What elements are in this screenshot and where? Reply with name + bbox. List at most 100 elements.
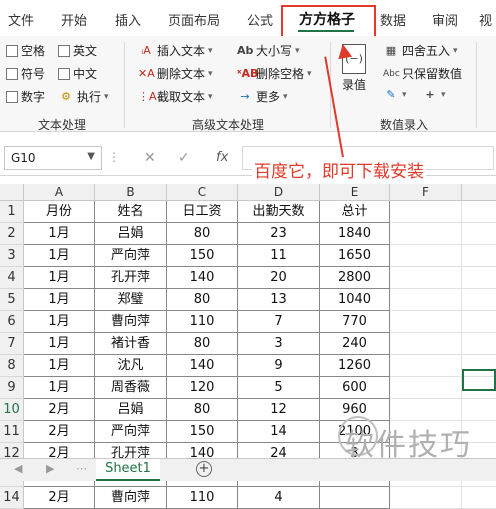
row-header-14[interactable]: 14 (0, 487, 24, 509)
checkbox-chinese[interactable]: 中文 (58, 65, 97, 82)
case-button[interactable]: Ab 大小写 ▾ (237, 42, 300, 59)
cell-b2[interactable]: 吕娟 (95, 223, 167, 245)
checkbox-space[interactable]: 空格 (6, 42, 45, 59)
cell-e14[interactable] (320, 487, 390, 509)
cell-f1[interactable] (390, 201, 462, 223)
column-header-e[interactable]: E (320, 184, 390, 201)
prev-sheet-icon[interactable]: ◀ (14, 462, 22, 475)
next-sheet-icon[interactable]: ▶ (46, 462, 54, 475)
cell-b9[interactable]: 周香薇 (95, 377, 167, 399)
cell-c3[interactable]: 150 (167, 245, 238, 267)
row-header-5[interactable]: 5 (0, 289, 24, 311)
cell-b6[interactable]: 曹向萍 (95, 311, 167, 333)
cell-a9[interactable]: 1月 (24, 377, 95, 399)
cell-g5[interactable] (462, 289, 496, 311)
cell-g1[interactable] (462, 201, 496, 223)
cell-e7[interactable]: 240 (320, 333, 390, 355)
extract-text-button[interactable]: ⋮A 截取文本 ▾ (138, 88, 213, 105)
cell-c11[interactable]: 150 (167, 421, 238, 443)
cell-e9[interactable]: 600 (320, 377, 390, 399)
row-header-2[interactable]: 2 (0, 223, 24, 245)
row-header-9[interactable]: 9 (0, 377, 24, 399)
cell-c2[interactable]: 80 (167, 223, 238, 245)
selected-cell-g10[interactable] (462, 369, 496, 391)
cell-e4[interactable]: 2800 (320, 267, 390, 289)
round-button[interactable]: ▦ 四舍五入 ▾ (383, 42, 458, 59)
tab-data[interactable]: 数据 (380, 10, 406, 29)
cell-c5[interactable]: 80 (167, 289, 238, 311)
sheet-tab-sheet1[interactable]: Sheet1 (96, 459, 160, 481)
execute-button[interactable]: ⚙ 执行 ▾ (58, 88, 108, 105)
cell-g14[interactable] (462, 487, 496, 509)
row-header-6[interactable]: 6 (0, 311, 24, 333)
cell-c6[interactable]: 110 (167, 311, 238, 333)
cell-g6[interactable] (462, 311, 496, 333)
remove-space-button[interactable]: ˣAB 删除空格 ▾ (237, 65, 312, 82)
cell-a2[interactable]: 1月 (24, 223, 95, 245)
cell-d7[interactable]: 3 (238, 333, 320, 355)
cell-c8[interactable]: 140 (167, 355, 238, 377)
cell-f4[interactable] (390, 267, 462, 289)
cell-g3[interactable] (462, 245, 496, 267)
cell-d14[interactable]: 4 (238, 487, 320, 509)
cell-d4[interactable]: 20 (238, 267, 320, 289)
cell-b1[interactable]: 姓名 (95, 201, 167, 223)
insert-text-button[interactable]: ᵢA 插入文本 ▾ (138, 42, 212, 59)
more-button[interactable]: → 更多 ▾ (237, 88, 287, 105)
row-header-4[interactable]: 4 (0, 267, 24, 289)
cell-a6[interactable]: 1月 (24, 311, 95, 333)
cell-b7[interactable]: 褚计香 (95, 333, 167, 355)
cell-c9[interactable]: 120 (167, 377, 238, 399)
cell-b8[interactable]: 沈凡 (95, 355, 167, 377)
row-header-8[interactable]: 8 (0, 355, 24, 377)
tab-page-layout[interactable]: 页面布局 (168, 10, 220, 29)
tab-formulas[interactable]: 公式 (247, 10, 273, 29)
cell-a1[interactable]: 月份 (24, 201, 95, 223)
cell-c10[interactable]: 80 (167, 399, 238, 421)
cell-b3[interactable]: 严向萍 (95, 245, 167, 267)
more-sheets-icon[interactable]: ⋯ (76, 462, 87, 475)
cell-d2[interactable]: 23 (238, 223, 320, 245)
edit-value-button[interactable]: ✎ ▾ (383, 88, 406, 101)
cell-d1[interactable]: 出勤天数 (238, 201, 320, 223)
cell-b14[interactable]: 曹向萍 (95, 487, 167, 509)
cell-e8[interactable]: 1260 (320, 355, 390, 377)
tab-review[interactable]: 审阅 (432, 10, 458, 29)
function-icon[interactable]: fx (216, 150, 228, 165)
cell-d5[interactable]: 13 (238, 289, 320, 311)
cell-g7[interactable] (462, 333, 496, 355)
cell-a10[interactable]: 2月 (24, 399, 95, 421)
cell-e1[interactable]: 总计 (320, 201, 390, 223)
cell-d3[interactable]: 11 (238, 245, 320, 267)
cell-a11[interactable]: 2月 (24, 421, 95, 443)
cell-d8[interactable]: 9 (238, 355, 320, 377)
add-sheet-icon[interactable]: + (196, 461, 212, 477)
cell-d11[interactable]: 14 (238, 421, 320, 443)
tab-file[interactable]: 文件 (8, 10, 34, 29)
row-header-7[interactable]: 7 (0, 333, 24, 355)
cell-g10[interactable] (462, 399, 496, 421)
column-header-d[interactable]: D (238, 184, 320, 201)
cell-c4[interactable]: 140 (167, 267, 238, 289)
more-options-icon[interactable]: ⋮ (108, 150, 120, 164)
confirm-icon[interactable]: ✓ (178, 150, 190, 166)
row-header-1[interactable]: 1 (0, 201, 24, 223)
cell-a14[interactable]: 2月 (24, 487, 95, 509)
cell-d6[interactable]: 7 (238, 311, 320, 333)
cell-c1[interactable]: 日工资 (167, 201, 238, 223)
tab-home[interactable]: 开始 (61, 10, 87, 29)
cell-a7[interactable]: 1月 (24, 333, 95, 355)
cell-f7[interactable] (390, 333, 462, 355)
tab-view[interactable]: 视 (479, 10, 492, 29)
cell-b10[interactable]: 吕娟 (95, 399, 167, 421)
cell-f10[interactable] (390, 399, 462, 421)
row-header-10[interactable]: 10 (0, 399, 24, 421)
cell-f5[interactable] (390, 289, 462, 311)
checkbox-symbol[interactable]: 符号 (6, 65, 45, 82)
cell-a5[interactable]: 1月 (24, 289, 95, 311)
cell-f3[interactable] (390, 245, 462, 267)
cell-a3[interactable]: 1月 (24, 245, 95, 267)
cell-b5[interactable]: 郑璧 (95, 289, 167, 311)
cell-f2[interactable] (390, 223, 462, 245)
cell-e2[interactable]: 1840 (320, 223, 390, 245)
